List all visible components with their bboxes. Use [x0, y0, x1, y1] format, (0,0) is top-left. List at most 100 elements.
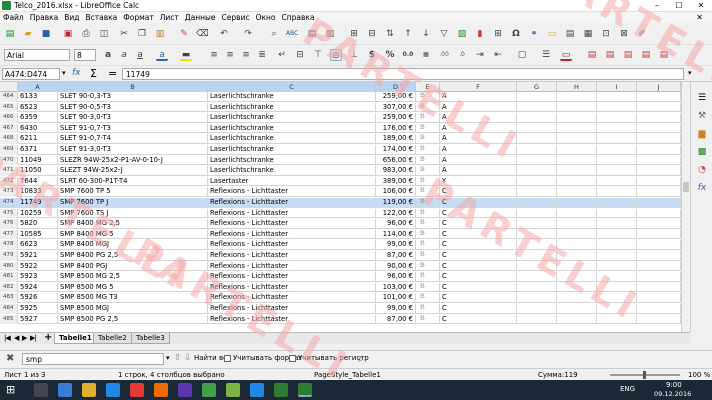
cell-b[interactable]: SLET 91-3,0-T3	[58, 145, 208, 155]
cell-d[interactable]: 96,00 €	[376, 272, 416, 282]
cell-f[interactable]: A	[440, 155, 517, 166]
cell-i[interactable]	[597, 293, 637, 303]
cell-b[interactable]: SLET 91-0,7-T4	[58, 134, 208, 144]
row-header[interactable]: 478	[0, 240, 18, 250]
cell-i[interactable]	[597, 113, 637, 123]
clone-formatting-icon[interactable]: ✎	[178, 28, 190, 40]
cell-g[interactable]	[517, 261, 557, 272]
table-row[interactable]: 471 11050 SLEZT 94W-25x2-J Laserlichtschran…	[0, 166, 690, 176]
cell-f[interactable]: C	[440, 251, 517, 261]
row-header[interactable]: 476	[0, 219, 18, 229]
cell-f[interactable]: A	[440, 113, 517, 123]
comment-icon[interactable]: ▭	[546, 28, 558, 40]
cell-h[interactable]	[557, 261, 597, 272]
cell-b[interactable]: SMP 8500 MG T3	[58, 293, 208, 303]
cell-b[interactable]: SMP 8500 MG 5	[58, 282, 208, 293]
cell-b[interactable]: SMP 8500 MG 2,5	[58, 272, 208, 282]
headers-footers-icon[interactable]: ▤	[564, 28, 576, 40]
match-case-checkbox[interactable]	[289, 355, 296, 362]
ie-icon[interactable]	[106, 383, 120, 397]
sheet-tab-tabelle2[interactable]: Tabelle2	[93, 333, 132, 344]
cell-c[interactable]: Laserlichtschranke	[208, 145, 376, 155]
cell-i[interactable]	[597, 92, 637, 102]
table-row[interactable]: 468 6211 SLET 91-0,7-T4 Laserlichtschranke 1…	[0, 134, 690, 144]
cell-j[interactable]	[637, 134, 681, 144]
cell-a[interactable]: 5921	[18, 251, 58, 261]
cell-f[interactable]: A	[440, 134, 517, 144]
cell-d[interactable]: 87,00 €	[376, 251, 416, 261]
special-character-icon[interactable]: Ω	[510, 28, 522, 40]
cell-i[interactable]	[597, 304, 637, 314]
cell-d[interactable]: 96,00 €	[376, 219, 416, 229]
cell-d[interactable]: 114,00 €	[376, 229, 416, 240]
split-window-icon[interactable]: ⊠	[618, 28, 630, 40]
cell-j[interactable]	[637, 155, 681, 166]
menu-format[interactable]: Формат	[120, 12, 156, 23]
cell-j[interactable]	[637, 240, 681, 250]
table-row[interactable]: 482 5924 SMP 8500 MG 5 Reflexions - Lichtta…	[0, 282, 690, 293]
table-row[interactable]: 485 5927 SMP 8500 PG 2,5 Reflexions - Licht…	[0, 314, 690, 325]
column-header-j[interactable]: J	[637, 82, 681, 92]
cell-f[interactable]: A	[440, 166, 517, 176]
cell-b[interactable]: SMP 8500 MGJ	[58, 304, 208, 314]
row-header[interactable]: 470	[0, 155, 18, 166]
save-icon[interactable]: ■	[40, 28, 52, 40]
highlight-color-icon[interactable]: ▬	[180, 49, 192, 61]
cell-c[interactable]: Reflexions - Lichttaster	[208, 282, 376, 293]
name-box-dropdown-icon[interactable]: ▾	[62, 69, 66, 77]
minimize-button[interactable]: –	[646, 0, 668, 12]
undo-icon[interactable]: ↶	[218, 28, 230, 40]
pivot-table-icon[interactable]: ⊞	[492, 28, 504, 40]
increase-indent-icon[interactable]: ⇥	[474, 49, 486, 61]
sheet-tab-tabelle1[interactable]: Tabelle1	[54, 333, 97, 344]
center-vertically-icon[interactable]: ⊝	[330, 49, 342, 61]
cell-j[interactable]	[637, 187, 681, 197]
cell-i[interactable]	[597, 166, 637, 176]
cell-i[interactable]	[597, 102, 637, 113]
icon-set-icon[interactable]: ▤	[640, 49, 652, 61]
row-header[interactable]: 474	[0, 198, 18, 208]
cell-d[interactable]: 176,00 €	[376, 123, 416, 134]
cell-d[interactable]: 983,00 €	[376, 166, 416, 176]
cell-a[interactable]: 10585	[18, 229, 58, 240]
number-format-icon[interactable]: 0.0	[402, 49, 414, 61]
cell-g[interactable]	[517, 92, 557, 102]
menu-tools[interactable]: Сервис	[219, 12, 253, 23]
next-sheet-icon[interactable]: ▶	[22, 334, 27, 342]
cell-a[interactable]: 5820	[18, 219, 58, 229]
cell-d[interactable]: 656,00 €	[376, 155, 416, 166]
cell-g[interactable]	[517, 304, 557, 314]
cell-d[interactable]: 106,00 €	[376, 187, 416, 197]
merge-center-icon[interactable]: ⊟	[294, 49, 306, 61]
libreoffice-calc-taskbar-icon[interactable]	[298, 383, 312, 397]
hyperlink-icon[interactable]: ⚭	[528, 28, 540, 40]
cell-f[interactable]: C	[440, 314, 517, 325]
cell-i[interactable]	[597, 134, 637, 144]
cell-c[interactable]: Reflexions - Lichttaster	[208, 293, 376, 303]
cell-d[interactable]: 259,00 €	[376, 113, 416, 123]
cell-j[interactable]	[637, 261, 681, 272]
cell-b[interactable]: SLRT 60-300-P1T-T4	[58, 176, 208, 187]
align-bottom-icon[interactable]: ⊥	[348, 49, 360, 61]
find-replace-icon[interactable]: ⌕	[268, 28, 280, 40]
last-sheet-icon[interactable]: ▶|	[30, 334, 37, 342]
menu-file[interactable]: Файл	[0, 12, 27, 23]
menu-window[interactable]: Окно	[253, 12, 279, 23]
cell-j[interactable]	[637, 176, 681, 187]
row-header[interactable]: 467	[0, 123, 18, 134]
add-decimal-icon[interactable]: .00	[438, 49, 450, 61]
cell-g[interactable]	[517, 123, 557, 134]
cell-i[interactable]	[597, 314, 637, 325]
gallery-icon[interactable]: ▩	[696, 146, 708, 158]
copy-icon[interactable]: ❐	[136, 28, 148, 40]
cell-j[interactable]	[637, 92, 681, 102]
cell-i[interactable]	[597, 229, 637, 240]
sort-icon[interactable]: ⇅	[384, 28, 396, 40]
cell-g[interactable]	[517, 187, 557, 197]
delete-decimal-icon[interactable]: .0	[456, 49, 468, 61]
row-header[interactable]: 471	[0, 166, 18, 176]
column-header-d[interactable]: D	[376, 82, 416, 92]
styles-icon[interactable]: ▆	[696, 128, 708, 140]
language-indicator[interactable]: ENG	[620, 385, 635, 393]
sidebar-menu-icon[interactable]: ☰	[696, 92, 708, 104]
